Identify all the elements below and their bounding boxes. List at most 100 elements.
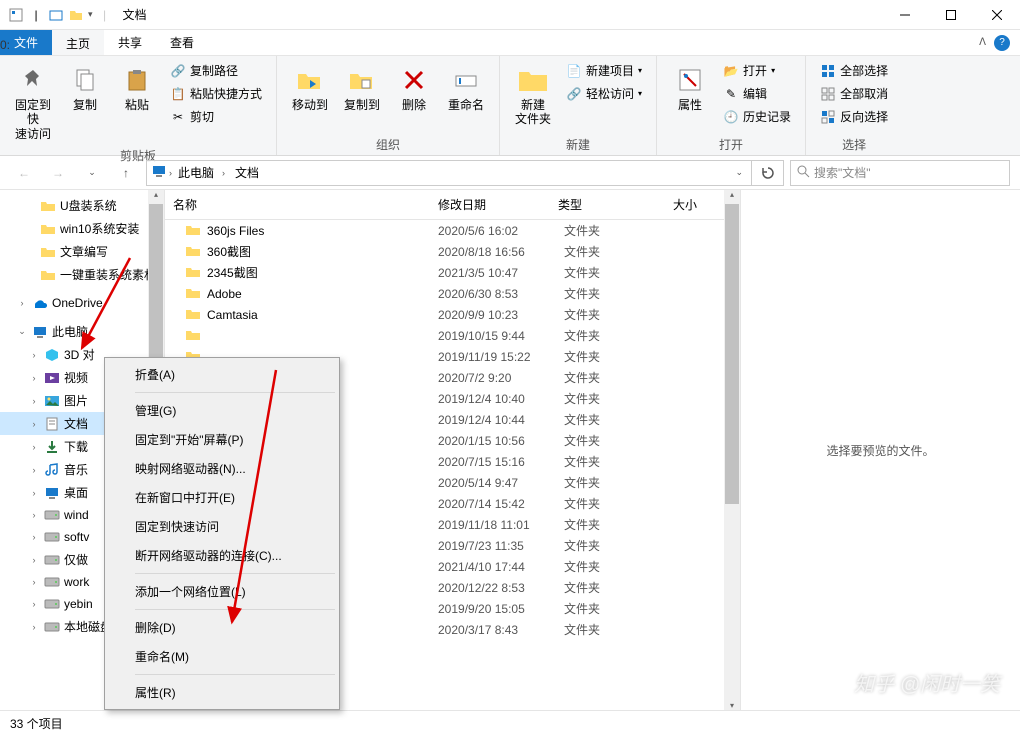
nav-label: 仅做 bbox=[64, 551, 88, 568]
recent-dropdown[interactable]: ⌄ bbox=[78, 161, 106, 185]
breadcrumb-dropdown-icon[interactable]: ⌄ bbox=[735, 167, 747, 178]
nav-item[interactable]: win10系统安装 bbox=[0, 217, 164, 240]
folder-icon bbox=[185, 265, 201, 281]
nav-item[interactable]: 文章编写 bbox=[0, 240, 164, 263]
nav-item[interactable]: U盘装系统 bbox=[0, 194, 164, 217]
paste-button[interactable]: 粘贴 bbox=[112, 60, 162, 145]
disk-icon bbox=[44, 596, 60, 612]
breadcrumb-pc[interactable]: 此电脑› bbox=[174, 164, 229, 181]
ctx-properties[interactable]: 属性(R) bbox=[107, 678, 337, 707]
pc-icon bbox=[151, 163, 167, 182]
copy-path-button[interactable]: 🔗复制路径 bbox=[164, 60, 268, 81]
list-item[interactable]: Adobe2020/6/30 8:53文件夹 bbox=[165, 283, 740, 304]
expand-icon[interactable]: › bbox=[28, 599, 40, 609]
breadcrumb[interactable]: › 此电脑› 文档 ⌄ bbox=[146, 160, 752, 186]
easy-access-button[interactable]: 🔗轻松访问▾ bbox=[560, 83, 648, 104]
list-scroll-thumb[interactable] bbox=[725, 204, 739, 504]
expand-icon[interactable]: › bbox=[28, 488, 40, 498]
expand-icon[interactable]: › bbox=[28, 532, 40, 542]
nav-item[interactable]: 一键重装系统素材 bbox=[0, 263, 164, 286]
tab-share[interactable]: 共享 bbox=[104, 30, 156, 55]
ribbon-collapse-icon[interactable]: ᐱ bbox=[979, 37, 986, 48]
ctx-manage[interactable]: 管理(G) bbox=[107, 396, 337, 425]
ctx-add-location[interactable]: 添加一个网络位置(L) bbox=[107, 577, 337, 606]
address-bar: ← → ⌄ ↑ › 此电脑› 文档 ⌄ 搜索"文档" bbox=[0, 156, 1020, 190]
list-item[interactable]: 2019/10/15 9:44文件夹 bbox=[165, 325, 740, 346]
select-none-button[interactable]: 全部取消 bbox=[814, 83, 894, 104]
expand-icon[interactable]: › bbox=[28, 419, 40, 429]
col-name[interactable]: 名称 bbox=[165, 190, 430, 219]
select-all-button[interactable]: 全部选择 bbox=[814, 60, 894, 81]
expand-icon[interactable]: › bbox=[28, 622, 40, 632]
col-date[interactable]: 修改日期 bbox=[430, 190, 550, 219]
new-item-button[interactable]: 📄新建项目▾ bbox=[560, 60, 648, 81]
cut-button[interactable]: ✂剪切 bbox=[164, 106, 268, 127]
music-icon bbox=[44, 462, 60, 478]
ctx-open-new[interactable]: 在新窗口中打开(E) bbox=[107, 483, 337, 512]
col-size[interactable]: 大小 bbox=[665, 190, 715, 219]
move-to-button[interactable]: 移动到 bbox=[285, 60, 335, 134]
copy-button[interactable]: 复制 bbox=[60, 60, 110, 145]
list-item[interactable]: 360截图2020/8/18 16:56文件夹 bbox=[165, 241, 740, 262]
status-bar: 33 个项目 bbox=[0, 710, 1020, 736]
expand-icon[interactable]: › bbox=[28, 350, 40, 360]
ctx-rename[interactable]: 重命名(M) bbox=[107, 642, 337, 671]
list-scrollbar[interactable]: ▴ ▾ bbox=[724, 190, 740, 710]
qat-dropdown-icon[interactable]: ▾ bbox=[88, 9, 93, 20]
back-button[interactable]: ← bbox=[10, 161, 38, 185]
ctx-disconnect[interactable]: 断开网络驱动器的连接(C)... bbox=[107, 541, 337, 570]
minimize-button[interactable] bbox=[882, 0, 928, 30]
expand-icon[interactable]: › bbox=[28, 465, 40, 475]
expand-icon[interactable]: › bbox=[28, 510, 40, 520]
properties-button[interactable]: 属性 bbox=[665, 60, 715, 134]
expand-icon[interactable]: › bbox=[16, 298, 28, 308]
up-button[interactable]: ↑ bbox=[112, 161, 140, 185]
nav-label: 文章编写 bbox=[60, 243, 108, 260]
ctx-pin-quick[interactable]: 固定到快速访问 bbox=[107, 512, 337, 541]
delete-button[interactable]: 删除 bbox=[389, 60, 439, 134]
forward-button[interactable]: → bbox=[44, 161, 72, 185]
expand-icon[interactable]: › bbox=[28, 577, 40, 587]
preview-placeholder: 选择要预览的文件。 bbox=[826, 442, 934, 459]
pin-quick-access-button[interactable]: 固定到快 速访问 bbox=[8, 60, 58, 145]
copy-to-button[interactable]: 复制到 bbox=[337, 60, 387, 134]
rename-button[interactable]: 重命名 bbox=[441, 60, 491, 134]
tab-home[interactable]: 主页 bbox=[52, 30, 104, 55]
history-icon: 🕘 bbox=[723, 109, 739, 125]
paste-shortcut-button[interactable]: 📋粘贴快捷方式 bbox=[164, 83, 268, 104]
nav-onedrive[interactable]: › OneDrive bbox=[0, 292, 164, 314]
expand-icon[interactable]: › bbox=[28, 373, 40, 383]
close-button[interactable] bbox=[974, 0, 1020, 30]
file-type: 文件夹 bbox=[564, 264, 679, 281]
list-item[interactable]: 2345截图2021/3/5 10:47文件夹 bbox=[165, 262, 740, 283]
nav-label: work bbox=[64, 575, 89, 589]
search-input[interactable]: 搜索"文档" bbox=[790, 160, 1010, 186]
expand-icon[interactable]: › bbox=[28, 396, 40, 406]
nav-thispc[interactable]: ⌄ 此电脑 bbox=[0, 320, 164, 343]
ctx-map-drive[interactable]: 映射网络驱动器(N)... bbox=[107, 454, 337, 483]
collapse-icon[interactable]: ⌄ bbox=[16, 326, 28, 337]
tab-view[interactable]: 查看 bbox=[156, 30, 208, 55]
expand-icon[interactable]: › bbox=[28, 442, 40, 452]
edit-button[interactable]: ✎编辑 bbox=[717, 83, 797, 104]
pic-icon bbox=[44, 393, 60, 409]
list-item[interactable]: Camtasia2020/9/9 10:23文件夹 bbox=[165, 304, 740, 325]
ctx-delete[interactable]: 删除(D) bbox=[107, 613, 337, 642]
breadcrumb-docs[interactable]: 文档 bbox=[231, 164, 263, 181]
ctx-collapse[interactable]: 折叠(A) bbox=[107, 360, 337, 389]
copyto-icon bbox=[346, 64, 378, 96]
easyaccess-icon: 🔗 bbox=[566, 86, 582, 102]
refresh-button[interactable] bbox=[752, 160, 784, 186]
open-button[interactable]: 📂打开▾ bbox=[717, 60, 797, 81]
list-item[interactable]: 360js Files2020/5/6 16:02文件夹 bbox=[165, 220, 740, 241]
qat-icon[interactable] bbox=[48, 7, 64, 23]
help-icon[interactable]: ? bbox=[994, 35, 1010, 51]
expand-icon[interactable]: › bbox=[28, 555, 40, 565]
invert-selection-button[interactable]: 反向选择 bbox=[814, 106, 894, 127]
new-folder-button[interactable]: 新建 文件夹 bbox=[508, 60, 558, 134]
maximize-button[interactable] bbox=[928, 0, 974, 30]
col-type[interactable]: 类型 bbox=[550, 190, 665, 219]
history-button[interactable]: 🕘历史记录 bbox=[717, 106, 797, 127]
watermark: 知乎 @闲时一笑 bbox=[854, 668, 1000, 697]
ctx-pin-start[interactable]: 固定到"开始"屏幕(P) bbox=[107, 425, 337, 454]
